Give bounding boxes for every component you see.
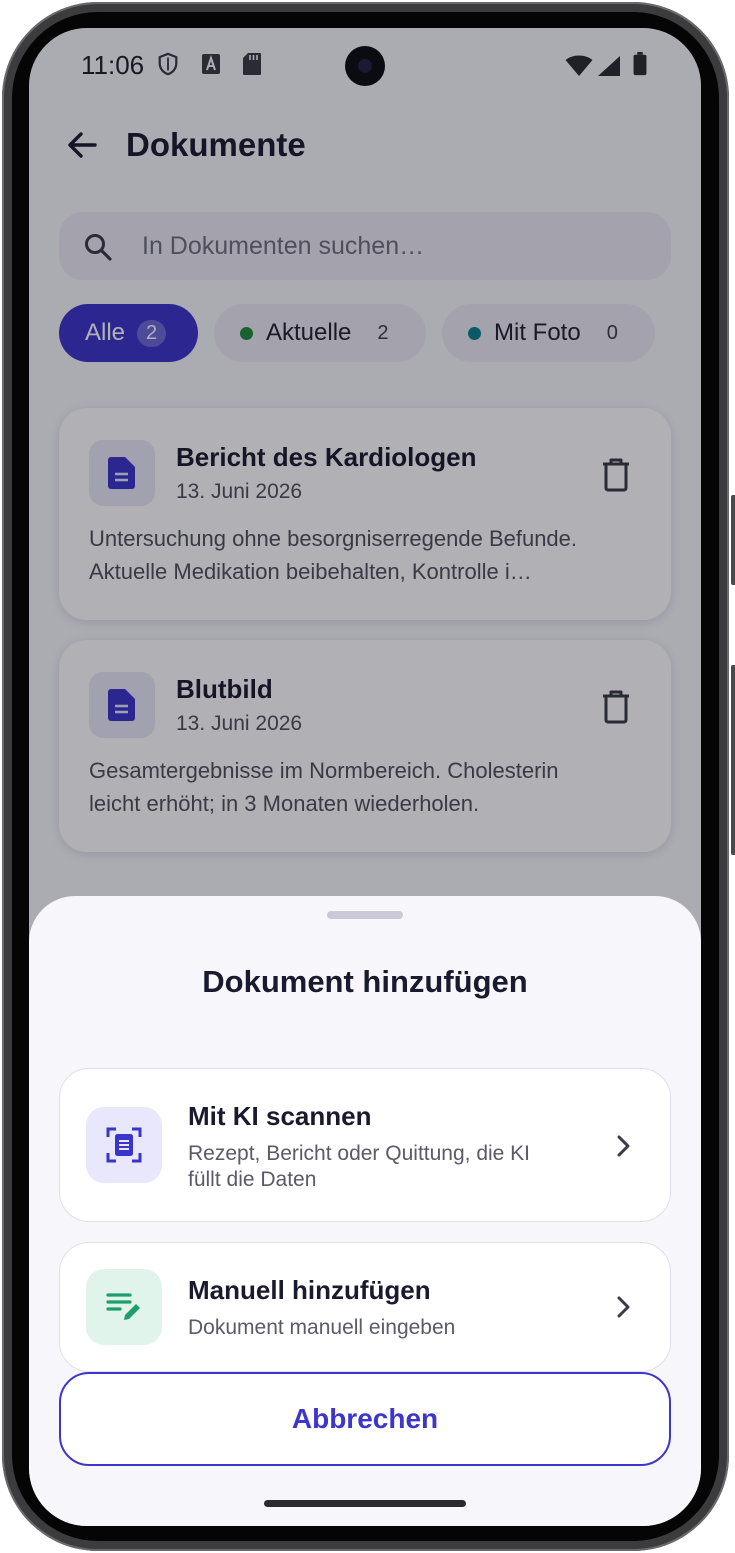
add-document-sheet: Dokument hinzufügen Mit KI scannen Rezep… (29, 896, 701, 1526)
scan-document-icon (106, 1127, 142, 1163)
screen: 11:06 Dokumente In Dokumenten suchen… Al… (29, 28, 701, 1526)
chevron-right-icon (617, 1135, 630, 1157)
cancel-button[interactable]: Abbrechen (59, 1372, 671, 1466)
manual-icon-tile (86, 1269, 162, 1345)
power-button (731, 665, 735, 855)
home-indicator[interactable] (264, 1500, 466, 1507)
option-title: Manuell hinzufügen (188, 1275, 431, 1305)
option-title: Mit KI scannen (188, 1101, 372, 1131)
subtitle-line: Rezept, Bericht oder Quittung, die KI (188, 1142, 531, 1165)
scan-icon-tile (86, 1107, 162, 1183)
edit-list-icon (106, 1293, 140, 1320)
chevron-right-icon (617, 1296, 630, 1318)
volume-button (731, 495, 735, 585)
subtitle-line: Dokument manuell eingeben (188, 1316, 456, 1339)
subtitle-line: füllt die Daten (188, 1168, 317, 1191)
sheet-title: Dokument hinzufügen (202, 964, 528, 999)
phone-frame: 11:06 Dokumente In Dokumenten suchen… Al… (0, 0, 735, 1553)
drag-handle[interactable] (327, 911, 403, 919)
option-subtitle: Rezept, Bericht oder Quittung, die KI fü… (188, 1141, 568, 1193)
scan-with-ai-option[interactable]: Mit KI scannen Rezept, Bericht oder Quit… (59, 1068, 671, 1222)
add-manually-option[interactable]: Manuell hinzufügen Dokument manuell eing… (59, 1242, 671, 1372)
option-subtitle: Dokument manuell eingeben (188, 1315, 568, 1341)
